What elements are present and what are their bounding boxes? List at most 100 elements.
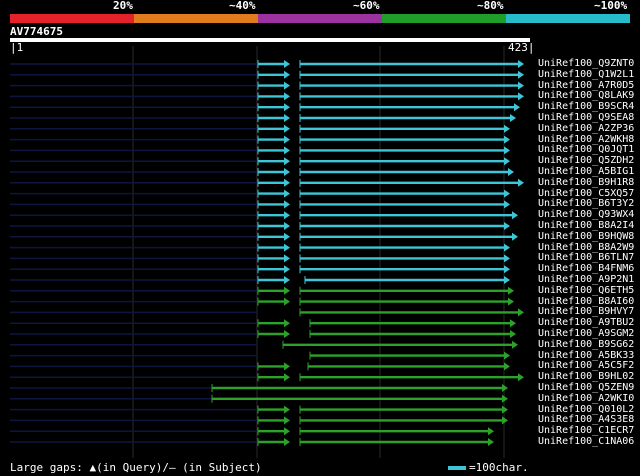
hit-arrow — [284, 178, 290, 187]
hit-label[interactable]: UniRef100_A5BK33 — [538, 350, 634, 361]
hit-arrow — [514, 103, 520, 112]
hit-arrow — [510, 319, 516, 328]
hit-label[interactable]: UniRef100_A2WKI0 — [538, 393, 634, 404]
hit-arrow — [504, 351, 510, 360]
hit-arrow — [502, 394, 508, 403]
hit-label[interactable]: UniRef100_A7R0D5 — [538, 80, 634, 91]
hit-label[interactable]: UniRef100_B6T3Y2 — [538, 198, 634, 209]
hit-label[interactable]: UniRef100_B9HQW8 — [538, 231, 634, 242]
hit-arrow — [284, 405, 290, 414]
hit-arrow — [284, 265, 290, 274]
hit-arrow — [504, 146, 510, 155]
hit-arrow — [502, 416, 508, 425]
hit-label[interactable]: UniRef100_B4FNM6 — [538, 263, 634, 274]
hit-arrow — [504, 222, 510, 230]
scale-swatch — [448, 466, 466, 470]
hit-label[interactable]: UniRef100_B9HL02 — [538, 371, 634, 382]
gaps-legend: Large gaps: ▲(in Query)/— (in Subject) — [10, 461, 262, 474]
hit-arrow — [284, 114, 290, 122]
hit-label[interactable]: UniRef100_Q1W2L1 — [538, 69, 634, 80]
hit-arrow — [284, 373, 290, 382]
hit-arrow — [518, 92, 524, 101]
hit-label[interactable]: UniRef100_B9SG62 — [538, 339, 634, 350]
hit-label[interactable]: UniRef100_A2ZP36 — [538, 123, 634, 134]
hit-label[interactable]: UniRef100_A4S3E8 — [538, 414, 634, 425]
hit-arrow — [504, 157, 510, 166]
hit-label[interactable]: UniRef100_A2WKH8 — [538, 134, 634, 145]
hit-arrow — [284, 222, 290, 230]
hit-arrow — [518, 81, 524, 90]
hit-arrow — [284, 200, 290, 209]
hit-arrow — [284, 135, 290, 144]
hit-arrow — [512, 232, 518, 241]
hit-arrow — [488, 427, 494, 436]
hit-arrow — [518, 308, 524, 317]
hit-arrow — [284, 276, 290, 284]
hit-arrow — [284, 232, 290, 241]
hit-arrow — [284, 416, 290, 425]
hit-label[interactable]: UniRef100_A9SGM2 — [538, 328, 634, 339]
hit-arrow — [284, 103, 290, 112]
hit-arrow — [512, 340, 518, 349]
hit-arrow — [504, 276, 510, 284]
hit-label[interactable]: UniRef100_C1NA06 — [538, 436, 634, 447]
hit-arrow — [284, 168, 290, 176]
hit-arrow — [284, 319, 290, 328]
hit-label[interactable]: UniRef100_Q9ZNT0 — [538, 58, 634, 69]
hit-arrow — [284, 189, 290, 198]
hit-label[interactable]: UniRef100_A5C5F2 — [538, 360, 634, 371]
hit-label[interactable]: UniRef100_Q5ZDH2 — [538, 155, 634, 166]
hit-arrow — [504, 200, 510, 209]
scale-legend: =100char. — [448, 461, 529, 474]
hit-arrow — [284, 60, 290, 68]
hit-arrow — [284, 70, 290, 79]
hit-label[interactable]: UniRef100_Q010L2 — [538, 404, 634, 415]
hit-arrow — [508, 297, 514, 306]
hit-label[interactable]: UniRef100_B6TLN7 — [538, 252, 634, 263]
hit-arrow — [502, 384, 508, 392]
hit-label[interactable]: UniRef100_Q6ETH5 — [538, 285, 634, 296]
hit-arrow — [284, 286, 290, 295]
hit-arrow — [284, 254, 290, 263]
hit-label[interactable]: UniRef100_Q5ZEN9 — [538, 382, 634, 393]
hit-label[interactable]: UniRef100_B9SCR4 — [538, 101, 634, 112]
hit-arrow — [510, 114, 516, 122]
hit-arrow — [284, 146, 290, 155]
hit-arrow — [284, 92, 290, 101]
hit-arrow — [518, 70, 524, 79]
hit-label[interactable]: UniRef100_B8AI60 — [538, 296, 634, 307]
hit-label[interactable]: UniRef100_B8A2I4 — [538, 220, 634, 231]
hit-arrow — [284, 427, 290, 436]
hit-arrow — [284, 211, 290, 220]
hit-label[interactable]: UniRef100_B9HVY7 — [538, 306, 634, 317]
hit-arrow — [488, 438, 494, 446]
hit-arrow — [504, 243, 510, 252]
hit-arrow — [284, 362, 290, 371]
hit-arrow — [504, 362, 510, 371]
hit-label[interactable]: UniRef100_A9P2N1 — [538, 274, 634, 285]
hit-label[interactable]: UniRef100_A5BIG1 — [538, 166, 634, 177]
hit-arrow — [518, 60, 524, 68]
hit-arrow — [508, 168, 514, 176]
hit-label[interactable]: UniRef100_Q93WX4 — [538, 209, 634, 220]
hit-arrow — [502, 405, 508, 414]
hit-label[interactable]: UniRef100_C1ECR7 — [538, 425, 634, 436]
hit-arrow — [504, 265, 510, 274]
hit-arrow — [504, 135, 510, 144]
hit-arrow — [284, 330, 290, 338]
hit-arrow — [504, 189, 510, 198]
hit-label[interactable]: UniRef100_C5XQ57 — [538, 188, 634, 199]
hit-label[interactable]: UniRef100_B8A2W9 — [538, 242, 634, 253]
hit-arrow — [510, 330, 516, 338]
hit-arrow — [504, 254, 510, 263]
hit-arrow — [504, 124, 510, 133]
hit-arrow — [518, 178, 524, 187]
hit-arrow — [284, 297, 290, 306]
hit-label[interactable]: UniRef100_Q8LAK9 — [538, 90, 634, 101]
hit-label[interactable]: UniRef100_A9TBU2 — [538, 317, 634, 328]
hit-label[interactable]: UniRef100_Q0JQT1 — [538, 144, 634, 155]
hit-arrow — [512, 211, 518, 220]
hit-arrow — [284, 124, 290, 133]
hit-label[interactable]: UniRef100_Q9SEA8 — [538, 112, 634, 123]
hit-label[interactable]: UniRef100_B9H1R8 — [538, 177, 634, 188]
